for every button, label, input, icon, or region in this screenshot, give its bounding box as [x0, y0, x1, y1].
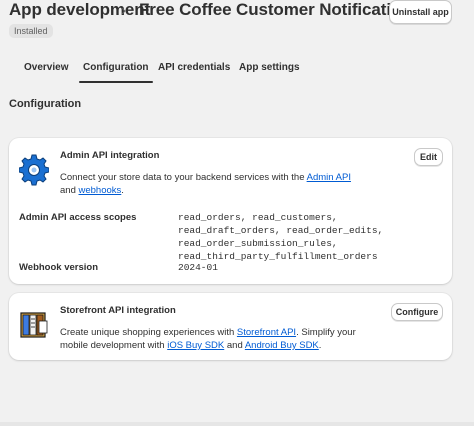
webhooks-link[interactable]: webhooks — [79, 185, 122, 196]
admin-api-link[interactable]: Admin API — [307, 172, 351, 183]
chevron-right-icon: › — [121, 2, 126, 19]
tab-overview[interactable]: Overview — [24, 56, 68, 82]
storefront-desc-text: Create unique shopping experiences with — [60, 327, 237, 338]
storefront-desc-and: and — [224, 340, 245, 351]
admin-desc-and: and — [60, 185, 79, 196]
android-buy-sdk-link[interactable]: Android Buy SDK — [245, 340, 319, 351]
admin-api-title: Admin API integration — [60, 150, 160, 161]
webhook-version-value: 2024-01 — [178, 262, 218, 273]
storefront-api-description: Create unique shopping experiences with … — [60, 326, 380, 352]
admin-api-description: Connect your store data to your backend … — [60, 171, 360, 197]
storefront-api-title: Storefront API integration — [60, 305, 176, 316]
storefront-icon — [19, 309, 49, 341]
page-header: App development › Free Coffee Customer N… — [0, 0, 474, 44]
admin-api-card: Admin API integration Edit Connect your … — [9, 138, 452, 284]
storefront-desc-end: . — [318, 340, 322, 351]
webhook-version-label: Webhook version — [19, 262, 99, 273]
ios-buy-sdk-link[interactable]: iOS Buy SDK — [167, 340, 224, 351]
storefront-api-link[interactable]: Storefront API — [237, 327, 296, 338]
storefront-api-card: Storefront API integration Configure Cre… — [9, 293, 452, 360]
section-title: Configuration — [9, 98, 82, 110]
access-scopes-value: read_orders, read_customers, read_draft_… — [178, 212, 384, 262]
page-title: Free Coffee Customer Notification — [139, 0, 412, 19]
page-bottom-divider — [0, 422, 474, 426]
status-badge: Installed — [9, 24, 53, 38]
configure-button[interactable]: Configure — [391, 303, 443, 321]
edit-button[interactable]: Edit — [414, 148, 443, 166]
tab-api-credentials[interactable]: API credentials — [158, 56, 230, 82]
tab-app-settings[interactable]: App settings — [239, 56, 300, 82]
breadcrumb-app-development[interactable]: App development — [9, 0, 150, 20]
admin-desc-end: . — [121, 185, 124, 196]
access-scopes-label: Admin API access scopes — [19, 212, 137, 223]
admin-desc-text: Connect your store data to your backend … — [60, 172, 307, 183]
uninstall-app-button[interactable]: Uninstall app — [389, 0, 452, 24]
tab-configuration[interactable]: Configuration — [79, 56, 153, 83]
gear-icon — [18, 154, 50, 186]
